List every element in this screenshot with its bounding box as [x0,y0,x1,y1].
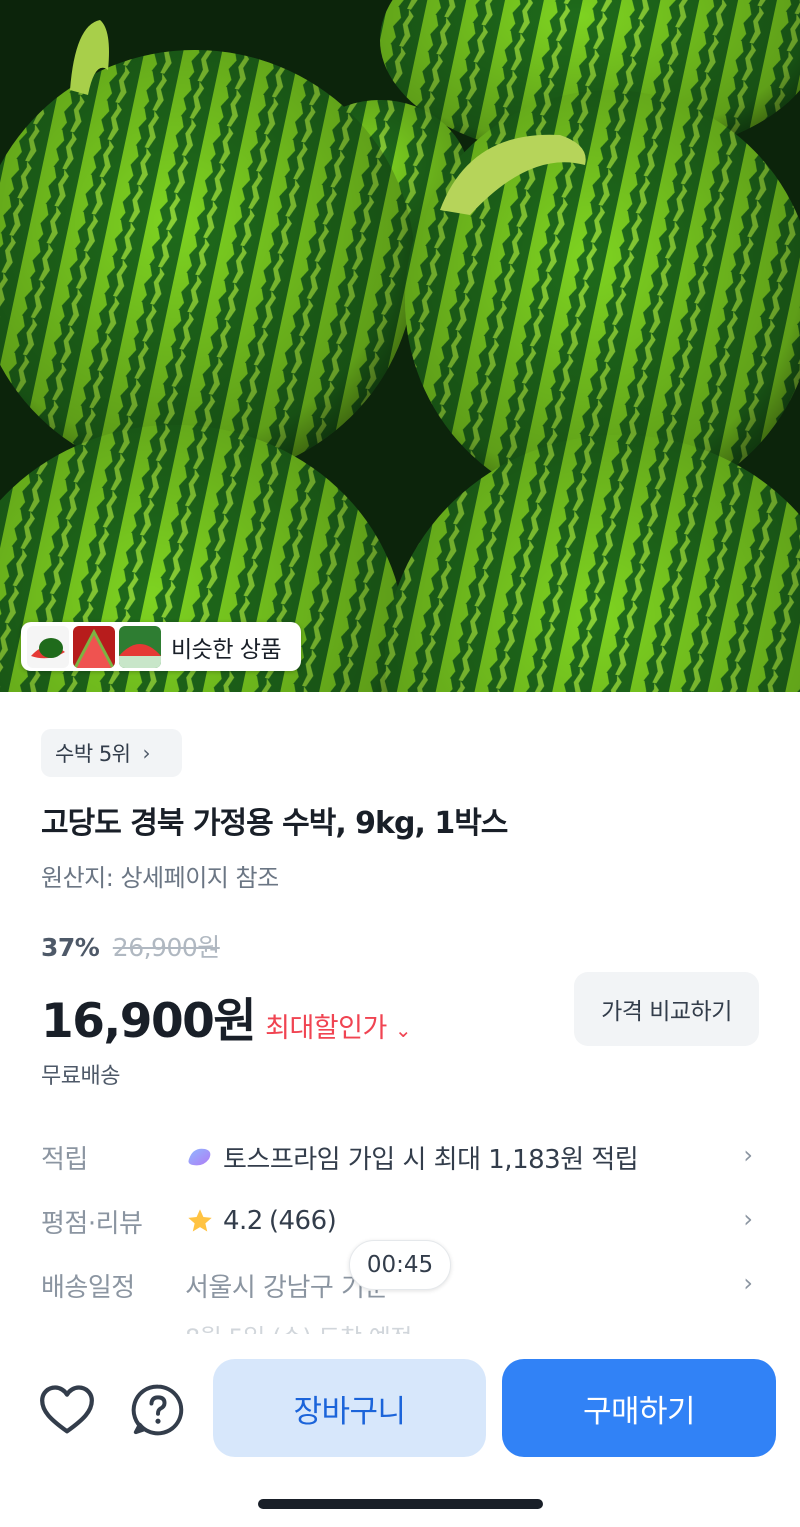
product-title: 고당도 경북 가정용 수박, 9kg, 1박스 [41,806,508,841]
chevron-right-icon: › [743,1269,753,1297]
home-indicator [258,1499,543,1509]
rating-value: 4.2 [223,1206,263,1236]
question-circle-icon [131,1384,184,1436]
price-row: 16,900원 최대할인가 ⌄ [41,982,412,1051]
review-row[interactable]: 평점·리뷰 4.2 (466) › [41,1201,761,1241]
original-price: 26,900원 [112,933,220,962]
points-value-wrap: 토스프라임 가입 시 최대 1,183원 적립 [185,1139,639,1176]
star-icon [188,1209,212,1232]
delivery-label: 배송일정 [41,1272,135,1303]
inquiry-button[interactable] [128,1380,188,1440]
review-label: 평점·리뷰 [41,1208,143,1239]
buy-now-button[interactable]: 구매하기 [502,1359,776,1457]
toss-prime-icon [188,1148,211,1166]
review-count: (466) [268,1206,337,1236]
chevron-right-icon: › [142,741,151,765]
rank-label: 수박 5위 [55,742,131,766]
watermelon-photo [0,0,800,692]
rank-chip[interactable]: 수박 5위 › [41,729,182,777]
similar-thumb-1 [27,625,69,668]
shipping-text: 무료배송 [41,1064,120,1089]
timer-badge: 00:45 [349,1240,451,1290]
points-row[interactable]: 적립 토스프라임 가입 시 최대 1,183원 적립 › [41,1137,761,1177]
similar-products-chip[interactable]: 비슷한 상품 [21,622,301,671]
heart-outline-icon [40,1385,94,1434]
similar-thumb-2 [73,625,115,668]
points-value: 토스프라임 가입 시 최대 1,183원 적립 [223,1144,639,1175]
max-discount-toggle[interactable]: 최대할인가 ⌄ [265,1006,411,1045]
similar-thumb-3 [119,625,161,668]
chevron-right-icon: › [743,1141,753,1169]
chevron-down-icon: ⌄ [394,1018,412,1042]
max-discount-label: 최대할인가 [265,1013,387,1044]
compare-price-button[interactable]: 가격 비교하기 [574,972,759,1046]
add-to-cart-button[interactable]: 장바구니 [213,1359,486,1457]
sale-price: 16,900원 [41,994,257,1049]
review-value-wrap: 4.2 (466) [185,1206,337,1236]
chevron-right-icon: › [743,1205,753,1233]
bottom-action-bar: 장바구니 구매하기 [0,1334,800,1527]
discount-row: 37% 26,900원 [41,928,220,964]
wishlist-button[interactable] [37,1380,97,1440]
product-image[interactable]: 비슷한 상품 [0,0,800,692]
discount-rate: 37% [41,933,100,962]
origin-text: 원산지: 상세페이지 참조 [41,864,279,892]
similar-products-label: 비슷한 상품 [171,636,282,663]
points-label: 적립 [41,1144,88,1175]
